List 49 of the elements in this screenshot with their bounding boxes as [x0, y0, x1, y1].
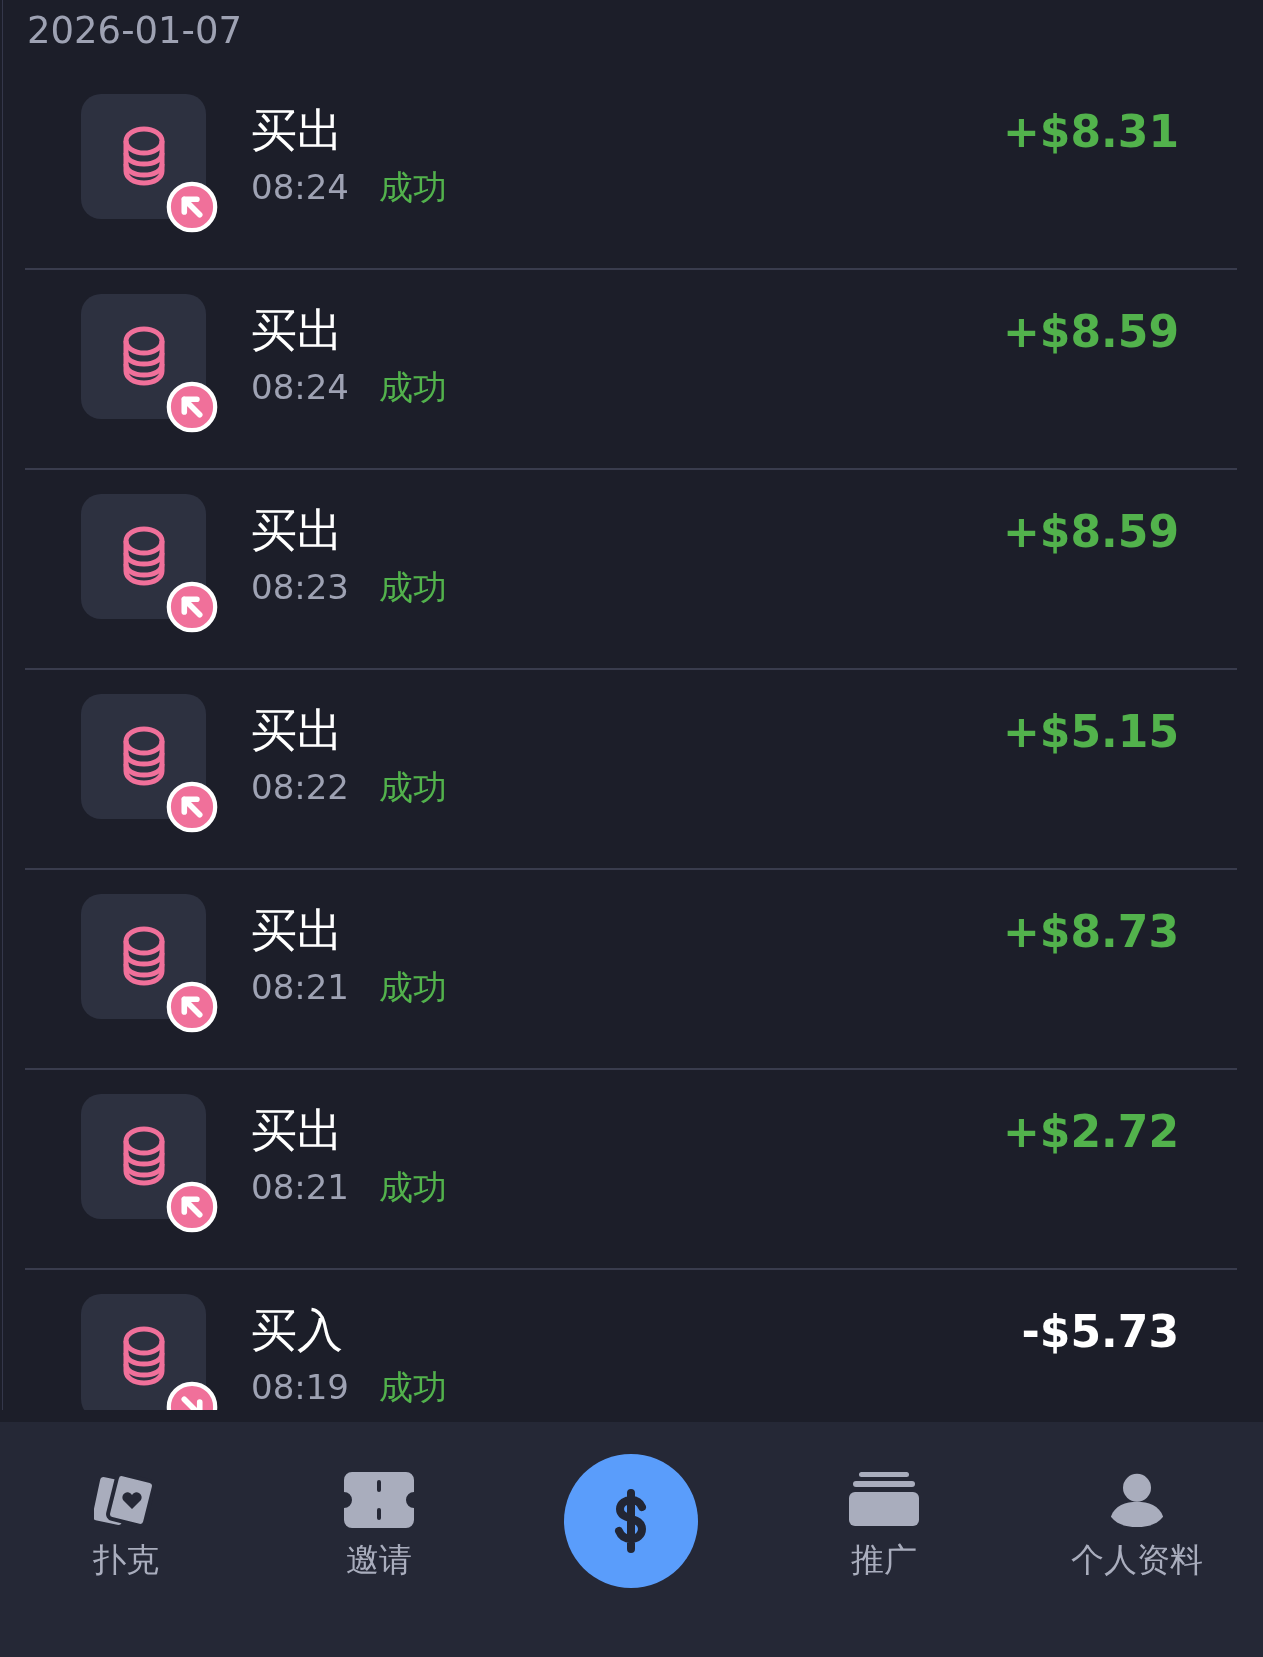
- transaction-title: 买出: [251, 702, 344, 759]
- transaction-title: 买入: [251, 1302, 344, 1359]
- status-label: 成功: [379, 1166, 447, 1209]
- transaction-time: 08:24: [251, 366, 349, 409]
- person-icon: [1108, 1472, 1165, 1528]
- transaction-amount: +$2.72: [1002, 1105, 1179, 1159]
- transaction-time: 08:24: [251, 166, 349, 209]
- transaction-amount: +$8.59: [1002, 505, 1179, 559]
- status-label: 成功: [379, 566, 447, 609]
- coins-icon: [121, 1125, 166, 1188]
- transaction-title: 买出: [251, 102, 344, 159]
- transaction-amount: +$8.59: [1002, 305, 1179, 359]
- transaction-amount: +$5.15: [1002, 705, 1179, 759]
- status-label: 成功: [379, 366, 447, 409]
- ticket-icon: [343, 1472, 414, 1528]
- transaction-time: 08:21: [251, 966, 349, 1009]
- coins-icon: [121, 725, 166, 788]
- status-label: 成功: [379, 766, 447, 809]
- status-label: 成功: [379, 166, 447, 209]
- coins-icon: [121, 925, 166, 988]
- transaction-title: 买出: [251, 902, 344, 959]
- transaction-title: 买出: [251, 1102, 344, 1159]
- transaction-time: 08:21: [251, 1166, 349, 1209]
- transaction-row[interactable]: 买出 08:22 成功 +$5.15: [25, 670, 1237, 870]
- transaction-amount: -$5.73: [1021, 1305, 1179, 1359]
- nav-tab[interactable]: 扑克: [93, 1472, 160, 1580]
- transaction-time: 08:19: [251, 1366, 349, 1409]
- transaction-row[interactable]: 买出 08:21 成功 +$8.73: [25, 870, 1237, 1070]
- coins-icon: [121, 1325, 166, 1388]
- stack-icon: [849, 1472, 920, 1528]
- coins-icon: [121, 325, 166, 388]
- transaction-amount: +$8.73: [1002, 905, 1179, 959]
- date-header: 2026-01-07: [26, 8, 244, 54]
- transaction-row[interactable]: 买出 08:24 成功 +$8.31: [25, 70, 1237, 270]
- nav-tab[interactable]: 推广: [849, 1472, 920, 1580]
- status-label: 成功: [379, 966, 447, 1009]
- nav-tab[interactable]: 邀请: [343, 1472, 414, 1580]
- transaction-title: 买出: [251, 502, 344, 559]
- transaction-title: 买出: [251, 302, 344, 359]
- transaction-time: 08:22: [251, 766, 349, 809]
- transaction-row[interactable]: 买出 08:21 成功 +$2.72: [25, 1070, 1237, 1270]
- coins-icon: [121, 525, 166, 588]
- nav-tab[interactable]: 个人资料: [1070, 1472, 1203, 1580]
- transaction-row[interactable]: 买出 08:23 成功 +$8.59: [25, 470, 1237, 670]
- transaction-amount: +$8.31: [1002, 105, 1179, 159]
- status-label: 成功: [379, 1366, 447, 1409]
- transaction-row[interactable]: 买出 08:24 成功 +$8.59: [25, 270, 1237, 470]
- coins-icon: [121, 125, 166, 188]
- transaction-time: 08:23: [251, 566, 349, 609]
